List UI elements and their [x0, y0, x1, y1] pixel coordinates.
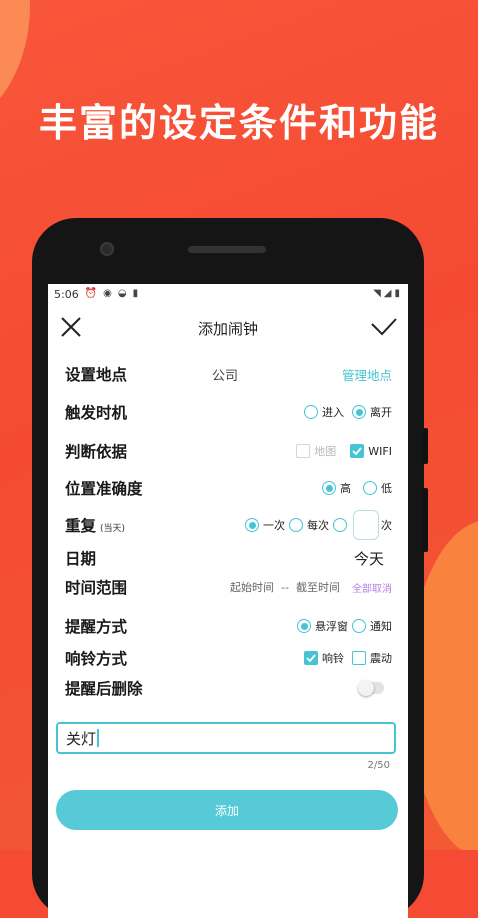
app-bar: 添加闹钟 — [48, 304, 408, 352]
accuracy-label: 位置准确度 — [65, 480, 143, 498]
confirm-check-icon[interactable] — [370, 316, 398, 338]
promo-headline: 丰富的设定条件和功能 — [38, 101, 439, 145]
alarm-clock-icon: ⏰ — [84, 288, 98, 299]
phone-frame: 5:06 ⏰ ◉ ◒ ▮ ◥ ◢ ▮ 添加闹钟 设置地点 公司 管理地点 触发时… — [32, 218, 428, 918]
accuracy-row: 位置准确度 高 低 — [65, 476, 392, 500]
trigger-enter-radio[interactable]: 进入 — [304, 404, 344, 420]
location-label: 设置地点 — [65, 366, 128, 384]
delete-after-toggle[interactable] — [358, 680, 384, 696]
basis-row: 判断依据 地图 WIFI — [65, 439, 392, 463]
page-title: 添加闹钟 — [197, 319, 258, 338]
start-time-field[interactable]: 起始时间 — [230, 579, 274, 595]
text-caret — [97, 729, 99, 747]
range-separator: -- — [281, 580, 289, 594]
checkbox-unchecked-icon — [352, 651, 366, 665]
repeat-row: 重复 (当天) 一次 每次 次 — [65, 509, 392, 541]
repeat-custom-radio[interactable]: 次 — [333, 510, 392, 540]
ring-mode-row: 响铃方式 响铃 震动 — [65, 646, 392, 670]
phone-side-button — [423, 488, 428, 552]
repeat-label: 重复 (当天) — [65, 517, 126, 535]
checkbox-disabled-icon — [296, 444, 311, 458]
checkbox-checked-icon — [350, 444, 365, 458]
repeat-sub-label: (当天) — [100, 524, 126, 534]
location-row: 设置地点 公司 管理地点 — [65, 362, 392, 386]
status-bar: 5:06 ⏰ ◉ ◒ ▮ ◥ ◢ ▮ — [48, 284, 408, 304]
ring-vibrate-checkbox[interactable]: 震动 — [352, 650, 392, 666]
sync-icon: ◉ — [103, 288, 112, 299]
date-value[interactable]: 今天 — [354, 548, 384, 569]
phone-side-button — [423, 428, 428, 464]
date-row: 日期 今天 — [65, 546, 392, 570]
add-button[interactable]: 添加 — [56, 790, 398, 830]
repeat-once-radio[interactable]: 一次 — [245, 517, 285, 533]
delete-after-label: 提醒后删除 — [65, 680, 143, 698]
status-time: 5:06 — [54, 287, 79, 301]
radio-unchecked-icon — [363, 481, 377, 495]
date-label: 日期 — [65, 550, 97, 568]
accuracy-high-radio[interactable]: 高 — [322, 480, 351, 496]
remind-notification-radio[interactable]: 通知 — [352, 618, 392, 634]
app-screen: 5:06 ⏰ ◉ ◒ ▮ ◥ ◢ ▮ 添加闹钟 设置地点 公司 管理地点 触发时… — [48, 284, 408, 918]
remind-mode-label: 提醒方式 — [65, 618, 128, 636]
ring-mode-label: 响铃方式 — [65, 650, 128, 668]
cancel-all-link[interactable]: 全部取消 — [352, 580, 392, 595]
repeat-count-input[interactable] — [353, 510, 379, 540]
radio-unchecked-icon — [333, 518, 347, 532]
trigger-row: 触发时机 进入 离开 — [65, 400, 392, 424]
ring-sound-checkbox[interactable]: 响铃 — [304, 650, 344, 666]
radio-unchecked-icon — [289, 518, 303, 532]
repeat-every-radio[interactable]: 每次 — [289, 517, 329, 533]
wifi-icon: ◒ — [117, 288, 127, 299]
time-range-row: 时间范围 起始时间 -- 截至时间 全部取消 — [65, 575, 392, 599]
remind-mode-row: 提醒方式 悬浮窗 通知 — [65, 614, 392, 638]
time-range-label: 时间范围 — [65, 579, 128, 597]
battery-icon: ▮ — [394, 288, 400, 299]
radio-checked-icon — [322, 481, 336, 495]
sd-card-icon: ▮ — [132, 288, 139, 299]
note-input[interactable]: 关灯 — [56, 722, 396, 754]
radio-unchecked-icon — [352, 619, 366, 633]
earpiece-speaker — [188, 246, 266, 253]
radio-checked-icon — [297, 619, 311, 633]
radio-unchecked-icon — [304, 405, 318, 419]
trigger-label: 触发时机 — [65, 404, 128, 422]
manage-location-link[interactable]: 管理地点 — [342, 365, 392, 384]
accuracy-low-radio[interactable]: 低 — [363, 480, 392, 496]
end-time-field[interactable]: 截至时间 — [296, 579, 340, 595]
basis-wifi-checkbox[interactable]: WIFI — [350, 444, 392, 458]
basis-label: 判断依据 — [65, 443, 128, 461]
remind-floating-radio[interactable]: 悬浮窗 — [297, 618, 348, 634]
trigger-leave-radio[interactable]: 离开 — [352, 404, 392, 420]
front-camera — [100, 242, 114, 256]
checkbox-checked-icon — [304, 651, 318, 665]
radio-checked-icon — [245, 518, 259, 532]
delete-after-row: 提醒后删除 — [65, 676, 392, 700]
wifi-signal-icon: ◥ — [373, 288, 381, 299]
location-value[interactable]: 公司 — [212, 365, 238, 384]
char-counter: 2/50 — [367, 760, 390, 771]
cell-signal-icon: ◢ — [383, 288, 392, 299]
basis-map-checkbox[interactable]: 地图 — [296, 443, 336, 459]
radio-checked-icon — [352, 405, 366, 419]
